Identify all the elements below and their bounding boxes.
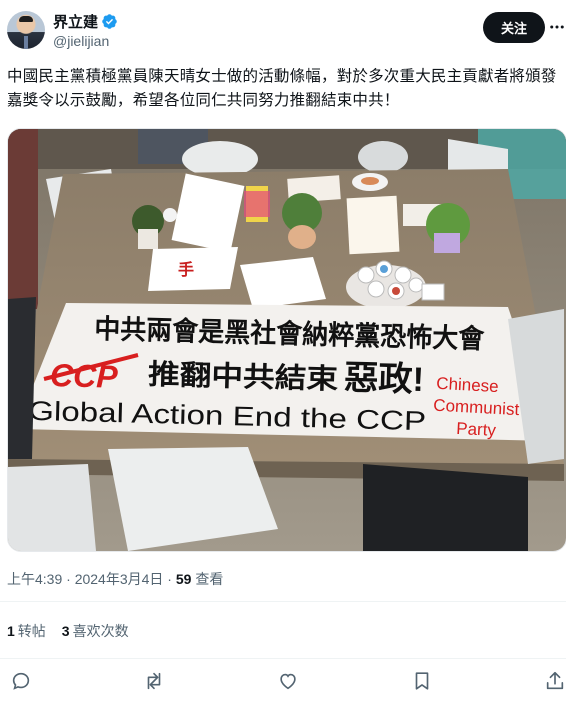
- tweet-text: 中國民主黨積極黨員陳天晴女士做的活動條幅，對於多次重大民主貢獻者將頒發嘉獎令以示…: [7, 68, 557, 109]
- banner-line2: 推翻中共結束: [148, 358, 339, 395]
- banner-side-3: Party: [456, 419, 497, 440]
- photo-scene: 手 中共兩會是黑社會納粹黨恐怖大會 CCP 推翻中共結束 惡政! Global …: [8, 129, 566, 551]
- divider: [0, 658, 566, 659]
- action-bar: [0, 670, 566, 696]
- tweet-photo[interactable]: 手 中共兩會是黑社會納粹黨恐怖大會 CCP 推翻中共結束 惡政! Global …: [7, 128, 566, 552]
- display-name[interactable]: 界立建: [53, 11, 98, 32]
- share-icon[interactable]: [544, 670, 566, 692]
- retweets-stat[interactable]: 1 转帖: [7, 621, 46, 641]
- avatar-tie: [24, 36, 28, 49]
- follow-button[interactable]: 关注: [483, 12, 545, 43]
- more-options-icon[interactable]: [548, 18, 566, 36]
- banner: 中共兩會是黑社會納粹黨恐怖大會 CCP 推翻中共結束 惡政! Global Ac…: [16, 303, 553, 441]
- tweet-meta: 上午4:39 · 2024年3月4日 · 59 查看: [7, 569, 223, 589]
- banner-line2-big: 惡政!: [344, 359, 425, 399]
- svg-text:手: 手: [178, 260, 194, 279]
- handle[interactable]: @jielijian: [53, 33, 109, 49]
- retweet-icon[interactable]: [143, 670, 165, 692]
- views-count: 59: [175, 571, 192, 587]
- likes-label: 喜欢次数: [72, 623, 129, 639]
- verified-icon: [102, 14, 117, 29]
- reply-icon[interactable]: [10, 670, 32, 692]
- views-label: 查看: [195, 571, 224, 587]
- avatar[interactable]: [7, 11, 45, 49]
- retweets-count: 1: [7, 623, 15, 639]
- like-icon[interactable]: [277, 670, 299, 692]
- divider: [0, 601, 566, 602]
- likes-count: 3: [61, 623, 70, 639]
- bookmark-icon[interactable]: [411, 670, 433, 692]
- banner-side-1: Chinese: [436, 374, 499, 396]
- retweets-label: 转帖: [17, 623, 46, 639]
- name-row: 界立建: [53, 11, 118, 32]
- tweet-stats: 1 转帖 3 喜欢次数: [7, 621, 129, 641]
- tweet-header: 界立建 @jielijian 关注: [0, 0, 566, 60]
- tweet-datetime[interactable]: 上午4:39 · 2024年3月4日 ·: [7, 571, 172, 587]
- likes-stat[interactable]: 3 喜欢次数: [62, 621, 129, 641]
- avatar-hair: [19, 16, 33, 22]
